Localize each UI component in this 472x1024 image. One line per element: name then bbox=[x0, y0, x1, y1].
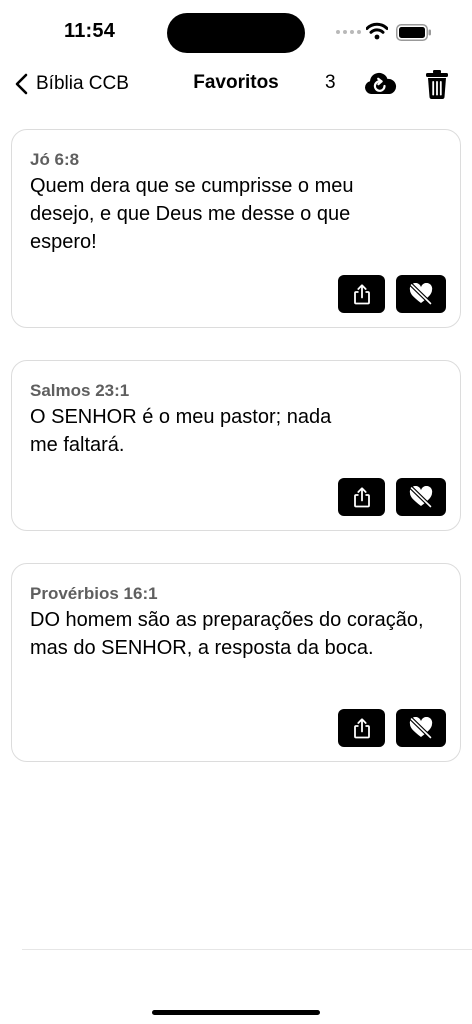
verse-reference: Salmos 23:1 bbox=[30, 381, 130, 400]
home-indicator[interactable] bbox=[152, 1010, 320, 1015]
remove-favorite-button[interactable] bbox=[396, 275, 446, 313]
trash-button[interactable] bbox=[425, 68, 449, 100]
favorites-screen: 11:54 Bíblia CCB Favoritos 3 Jó 6:8 Quem… bbox=[0, 0, 472, 1024]
favorite-card: Provérbios 16:1 DO homem são as preparaç… bbox=[11, 563, 461, 762]
cellular-signal-icon bbox=[336, 30, 361, 34]
cloud-sync-button[interactable] bbox=[363, 68, 397, 100]
battery-icon bbox=[396, 24, 431, 41]
verse-text: O SENHOR é o meu pastor; nada me faltará… bbox=[30, 406, 332, 456]
share-icon bbox=[353, 718, 370, 739]
status-time: 11:54 bbox=[64, 20, 116, 42]
remove-favorite-button[interactable] bbox=[396, 709, 446, 747]
verse-reference: Provérbios 16:1 bbox=[30, 584, 158, 603]
share-button[interactable] bbox=[338, 275, 385, 313]
heart-slash-icon bbox=[409, 283, 433, 305]
page-title: Favoritos bbox=[193, 72, 279, 93]
share-icon bbox=[353, 487, 370, 508]
heart-slash-icon bbox=[409, 486, 433, 508]
verse-text: Quem dera que se cumprisse o meu desejo,… bbox=[30, 175, 354, 253]
heart-slash-icon bbox=[409, 717, 433, 739]
bottom-divider bbox=[22, 949, 472, 950]
dynamic-island bbox=[167, 13, 305, 53]
favorite-card: Jó 6:8 Quem dera que se cumprisse o meu … bbox=[11, 129, 461, 328]
remove-favorite-button[interactable] bbox=[396, 478, 446, 516]
wifi-icon bbox=[366, 22, 388, 40]
share-button[interactable] bbox=[338, 478, 385, 516]
favorite-card: Salmos 23:1 O SENHOR é o meu pastor; nad… bbox=[11, 360, 461, 531]
verse-text: DO homem são as preparações do coração, … bbox=[30, 609, 424, 659]
share-button[interactable] bbox=[338, 709, 385, 747]
share-icon bbox=[353, 284, 370, 305]
favorites-count: 3 bbox=[325, 72, 336, 93]
verse-reference: Jó 6:8 bbox=[30, 150, 80, 169]
